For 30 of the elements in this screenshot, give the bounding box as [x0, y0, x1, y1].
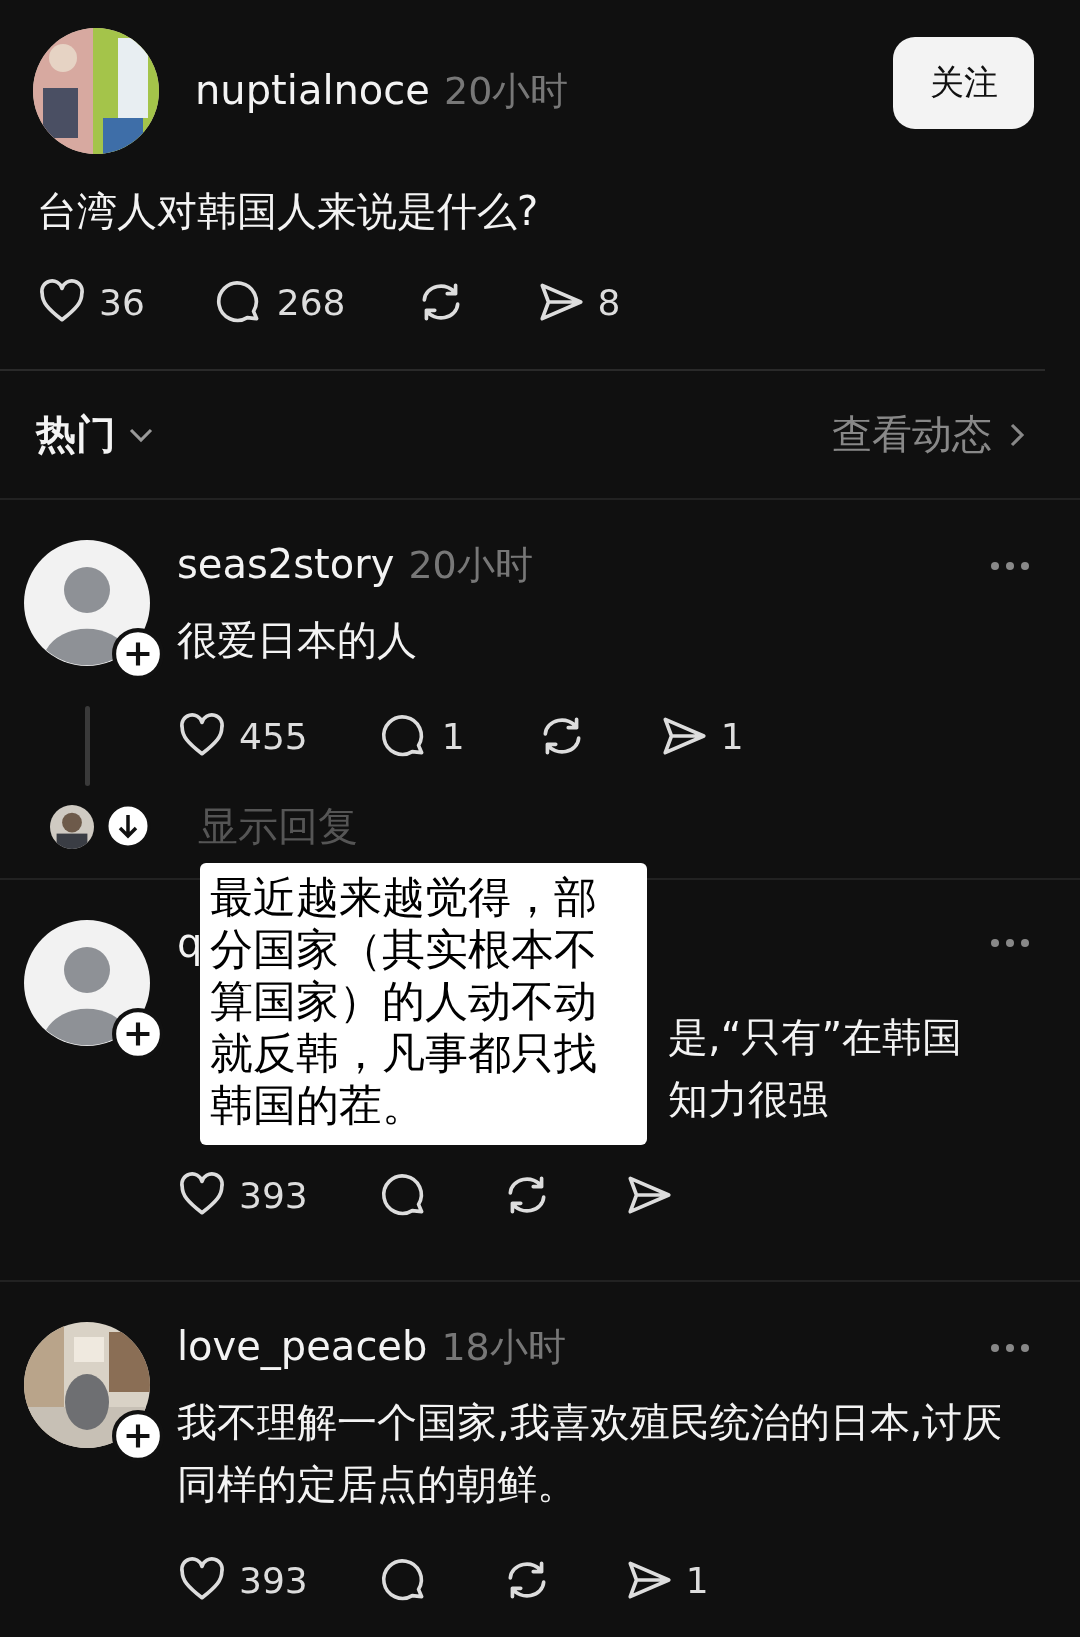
count: 8 [597, 281, 621, 323]
follow-button[interactable]: 关注 [893, 37, 1034, 129]
username[interactable]: nuptialnoce [195, 66, 430, 113]
text-overlay: 最近越来越觉得，部分国家（其实根本不算国家）的人动不动就反韩，凡事都只找韩国的茬。 [200, 863, 647, 1145]
count: 393 [239, 1559, 308, 1601]
count: 1 [685, 1559, 709, 1601]
more-icon[interactable] [990, 938, 1030, 948]
post-text: 台湾人对韩国人来说是什么? [37, 187, 540, 236]
comment-text: 很爱日本的人 [177, 616, 418, 665]
count: 455 [239, 715, 308, 757]
count: 1 [441, 715, 465, 757]
more-icon[interactable] [990, 560, 1030, 571]
comment-text: 我不理解一个国家,我喜欢殖民统治的日本,讨厌同样的定居点的朝鲜。 [177, 1398, 1004, 1509]
username[interactable]: love_peaceb [177, 1323, 428, 1369]
username[interactable]: q [177, 920, 203, 966]
comment-text: 是,“只有”在韩国 [668, 1013, 963, 1062]
count: 268 [276, 281, 346, 323]
timestamp: 20小时 [408, 542, 533, 589]
count: 36 [99, 281, 145, 323]
sort-dropdown[interactable]: 热门 [36, 407, 156, 462]
username[interactable]: seas2story [177, 541, 395, 587]
view-activity-link[interactable]: 查看动态 [832, 407, 1032, 462]
timestamp: 20小时 [443, 67, 569, 115]
avatar-icon[interactable] [24, 540, 150, 666]
count: 393 [239, 1174, 308, 1216]
more-icon[interactable] [990, 1342, 1030, 1353]
count: 1 [720, 715, 744, 757]
avatar-icon[interactable] [24, 920, 150, 1046]
timestamp: 18小时 [441, 1324, 566, 1371]
comment-text: 知力很强 [668, 1075, 828, 1124]
